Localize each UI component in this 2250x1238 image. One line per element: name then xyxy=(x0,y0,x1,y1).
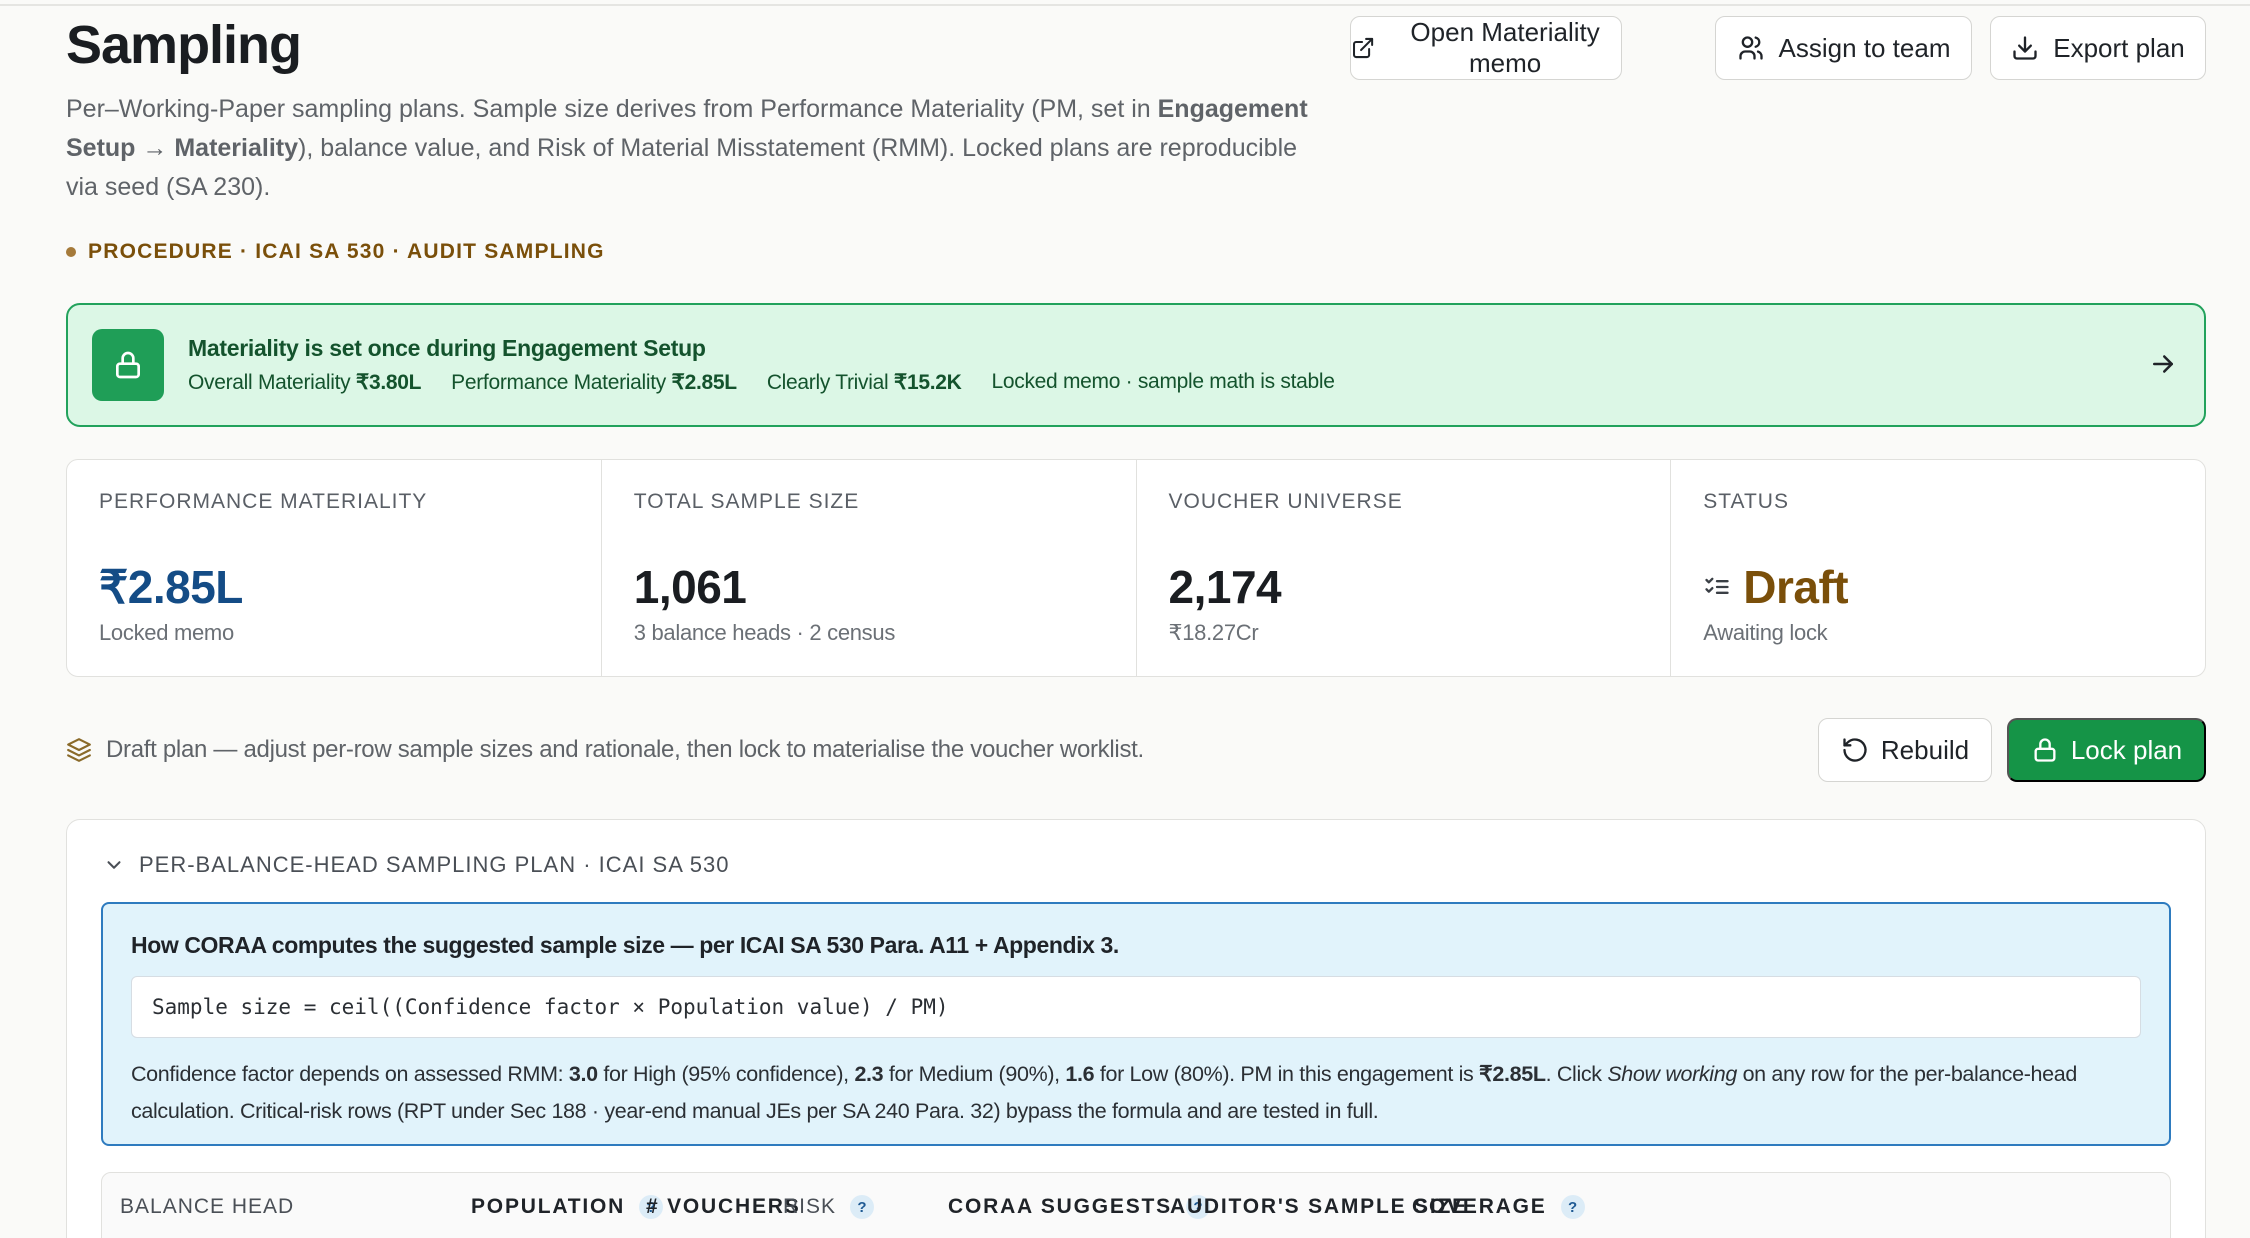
arrow-right-icon[interactable] xyxy=(2148,349,2178,379)
help-icon[interactable]: ? xyxy=(850,1195,875,1219)
info-strong: 2.3 xyxy=(854,1062,884,1086)
assign-to-team-label: Assign to team xyxy=(1778,32,1951,63)
lock-icon xyxy=(2034,738,2056,762)
banner-note: Locked memo · sample math is stable xyxy=(991,370,1335,393)
column-header-label: # VOUCHERS xyxy=(646,1195,801,1218)
info-text: for Low (80%). PM in this engagement is xyxy=(1094,1062,1480,1086)
info-title: How CORAA computes the suggested sample … xyxy=(131,932,1119,958)
column-header-label: COVERAGE xyxy=(1412,1195,1547,1218)
info-text: for Medium (90%), xyxy=(883,1062,1066,1086)
column-header-population[interactable]: POPULATION? xyxy=(471,1195,664,1219)
chevron-down-icon[interactable] xyxy=(103,854,125,876)
download-icon xyxy=(2013,36,2037,60)
stat-value: Draft xyxy=(1703,560,1849,614)
stat-label: PERFORMANCE MATERIALITY xyxy=(99,490,428,513)
stat-label: VOUCHER UNIVERSE xyxy=(1168,490,1403,513)
materiality-banner[interactable]: Materiality is set once during Engagemen… xyxy=(66,303,2206,427)
procedure-dot-icon xyxy=(66,247,76,257)
stat-sub: ₹18.27Cr xyxy=(1168,620,1259,645)
stat-value: ₹2.85L xyxy=(99,561,243,613)
stat-sub: Locked memo xyxy=(99,620,234,645)
performance-materiality-label: Performance Materiality xyxy=(451,371,666,394)
external-link-icon xyxy=(1353,37,1374,59)
table-header: BALANCE HEAD POPULATION? # VOUCHERS RISK… xyxy=(101,1172,2171,1238)
stats-panel: PERFORMANCE MATERIALITY ₹2.85L Locked me… xyxy=(66,459,2206,677)
clearly-trivial-label: Clearly Trivial xyxy=(766,371,889,394)
banner-lock-tile xyxy=(92,329,164,401)
open-materiality-memo-label: Open Materiality memo xyxy=(1410,17,1600,78)
help-icon[interactable]: ? xyxy=(1560,1195,1585,1219)
top-divider xyxy=(0,4,2250,6)
layers-icon xyxy=(67,738,91,762)
banner-title: Materiality is set once during Engagemen… xyxy=(188,335,706,361)
rebuild-label: Rebuild xyxy=(1880,734,1970,765)
column-header-risk[interactable]: RISK? xyxy=(783,1195,875,1219)
computation-info-box: How CORAA computes the suggested sample … xyxy=(101,902,2171,1146)
status-value-text: Draft xyxy=(1743,561,1849,613)
sampling-plan-section: PER-BALANCE-HEAD SAMPLING PLAN · ICAI SA… xyxy=(66,819,2206,1238)
stat-sub: Awaiting lock xyxy=(1703,620,1828,645)
info-strong: ₹2.85L xyxy=(1479,1062,1546,1086)
info-text: . Click xyxy=(1545,1062,1608,1086)
performance-materiality-value: ₹2.85L xyxy=(671,371,738,394)
stat-label: STATUS xyxy=(1703,490,1789,513)
clearly-trivial: Clearly Trivial ₹15.2K xyxy=(767,370,962,395)
open-materiality-memo-button[interactable]: Open Materiality memo xyxy=(1350,16,1622,80)
procedure-tag: PROCEDURE · ICAI SA 530 · AUDIT SAMPLING xyxy=(66,240,605,264)
lock-plan-button[interactable]: Lock plan xyxy=(2007,718,2206,782)
draft-plan-notice: Draft plan — adjust per-row sample sizes… xyxy=(66,736,1144,764)
export-plan-button[interactable]: Export plan xyxy=(1990,16,2206,80)
assign-to-team-button[interactable]: Assign to team xyxy=(1715,16,1972,80)
info-strong: 3.0 xyxy=(568,1062,598,1086)
column-header-label: POPULATION xyxy=(471,1195,626,1218)
column-header-coverage[interactable]: COVERAGE? xyxy=(1412,1195,1585,1219)
stat-value: 2,174 xyxy=(1168,561,1282,613)
stat-voucher-universe: VOUCHER UNIVERSE 2,174 ₹18.27Cr xyxy=(1137,460,1672,676)
stat-value: 1,061 xyxy=(633,561,747,613)
page-title: Sampling xyxy=(66,15,302,75)
stat-sub: 3 balance heads · 2 census xyxy=(633,620,896,645)
lock-plan-label: Lock plan xyxy=(2070,734,2183,765)
stat-performance-materiality: PERFORMANCE MATERIALITY ₹2.85L Locked me… xyxy=(67,460,602,676)
overall-materiality: Overall Materiality ₹3.80L xyxy=(188,370,421,395)
info-strong: 1.6 xyxy=(1065,1062,1095,1086)
performance-materiality: Performance Materiality ₹2.85L xyxy=(451,370,737,395)
info-emphasis: Show working xyxy=(1607,1062,1737,1086)
clearly-trivial-value: ₹15.2K xyxy=(893,371,962,394)
list-checks-icon xyxy=(1705,577,1729,594)
subtitle-text: Per–Working-Paper sampling plans. Sample… xyxy=(66,95,1158,123)
info-text: Confidence factor depends on assessed RM… xyxy=(131,1062,569,1086)
page-subtitle: Per–Working-Paper sampling plans. Sample… xyxy=(66,90,1316,207)
stat-total-sample-size: TOTAL SAMPLE SIZE 1,061 3 balance heads … xyxy=(602,460,1137,676)
column-header-label: RISK xyxy=(783,1195,837,1218)
column-header-vouchers[interactable]: # VOUCHERS xyxy=(646,1195,801,1219)
plan-section-header[interactable]: PER-BALANCE-HEAD SAMPLING PLAN · ICAI SA… xyxy=(103,852,730,878)
rebuild-button[interactable]: Rebuild xyxy=(1818,718,1992,782)
rotate-ccw-icon xyxy=(1843,738,1867,762)
column-header-label: CORAA SUGGESTS xyxy=(948,1195,1172,1218)
procedure-label: PROCEDURE · ICAI SA 530 · AUDIT SAMPLING xyxy=(88,240,605,263)
banner-values: Overall Materiality ₹3.80L Performance M… xyxy=(188,370,1335,395)
formula-text: Sample size = ceil((Confidence factor × … xyxy=(152,995,949,1019)
column-header-balance-head[interactable]: BALANCE HEAD xyxy=(120,1195,294,1219)
draft-plan-text: Draft plan — adjust per-row sample sizes… xyxy=(106,736,1144,763)
lock-icon xyxy=(116,351,140,379)
formula-box: Sample size = ceil((Confidence factor × … xyxy=(131,976,2141,1038)
info-body: Confidence factor depends on assessed RM… xyxy=(131,1056,2151,1130)
stat-status: STATUS Draft Awaiting lock xyxy=(1671,460,2205,676)
overall-materiality-label: Overall Materiality xyxy=(188,371,351,394)
info-text: for High (95% confidence), xyxy=(597,1062,855,1086)
overall-materiality-value: ₹3.80L xyxy=(355,371,422,394)
stat-label: TOTAL SAMPLE SIZE xyxy=(633,490,860,513)
users-icon xyxy=(1738,36,1763,60)
export-plan-label: Export plan xyxy=(2053,32,2185,63)
plan-section-title: PER-BALANCE-HEAD SAMPLING PLAN · ICAI SA… xyxy=(139,852,730,877)
column-header-label: BALANCE HEAD xyxy=(120,1195,295,1218)
